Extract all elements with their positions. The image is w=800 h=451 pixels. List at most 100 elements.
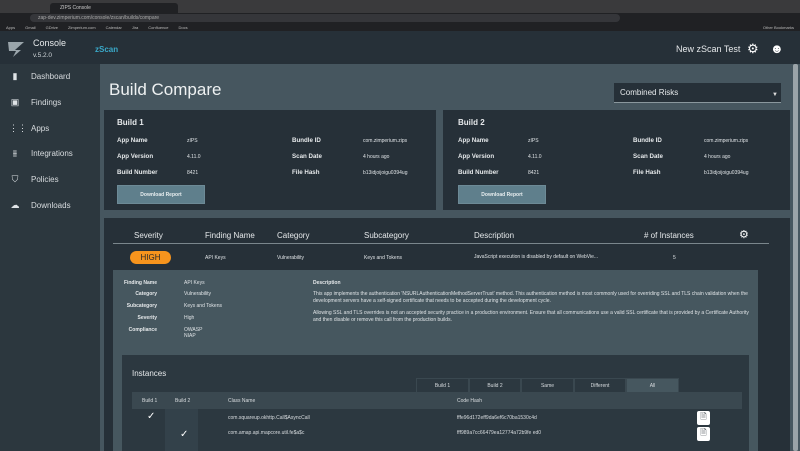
finding-name[interactable]: API Keys [205, 255, 226, 261]
app-name-value: zIPS [187, 138, 198, 144]
view-code-icon[interactable]: 🗎 [697, 427, 710, 441]
description-text: This app implements the authentication '… [313, 291, 748, 304]
file-hash-label: File Hash [633, 169, 661, 176]
address-bar[interactable]: zap-dev.zimperium.com/console/zscan/buil… [30, 14, 620, 22]
build-number-value: 8421 [528, 170, 540, 176]
app-version: v.5.2.0 [33, 52, 53, 59]
column-header-description[interactable]: Description [474, 231, 514, 240]
bookmark[interactable]: Confluence [148, 25, 168, 30]
column-header: Build 2 [175, 398, 191, 404]
finding-detail: Finding Name API Keys Category Vulnerabi… [113, 270, 758, 451]
bar-chart-icon: ▮ [12, 71, 18, 82]
description-text: Allowing SSL and TLS overrides is not an… [313, 310, 749, 323]
browser-tab-strip: ZIPS Console [0, 0, 800, 13]
bookmark[interactable]: GDrive [46, 25, 58, 30]
download-report-button[interactable]: Download Report [117, 185, 205, 204]
gear-icon[interactable]: ⚙ [747, 41, 759, 57]
bundle-id-label: Bundle ID [633, 137, 662, 144]
app-name-value: zIPS [528, 138, 539, 144]
gear-icon[interactable]: ⚙ [739, 228, 749, 241]
view-code-icon[interactable]: 🗎 [697, 411, 710, 425]
app-version-label: App Version [458, 153, 495, 160]
scan-name: New zScan Test [676, 44, 741, 54]
build-number-label: Build Number [458, 169, 499, 176]
bookmark[interactable]: Gmail [25, 25, 35, 30]
bookmark[interactable]: Apps [6, 25, 15, 30]
sidebar-item-label: Integrations [31, 149, 73, 159]
sidebar-item-integrations[interactable]: ⫵ Integrations [0, 141, 100, 167]
instances-title: Instances [132, 369, 167, 378]
build-title: Build 1 [117, 118, 144, 127]
detail-value: API Keys [184, 280, 205, 286]
file-hash-value: b13idjoijoigu0394ug [363, 170, 408, 176]
sidebar-item-label: Dashboard [31, 72, 71, 82]
description-label: Description [313, 280, 341, 286]
app-name: Console [33, 38, 67, 48]
sidebar-item-label: Apps [31, 123, 50, 133]
section-title[interactable]: zScan [95, 45, 118, 54]
severity-badge: HIGH [130, 251, 171, 264]
detail-value: Vulnerability [184, 291, 212, 297]
scrollbar[interactable] [793, 64, 798, 451]
column-header-severity[interactable]: Severity [134, 231, 163, 240]
app-version-value: 4.11.0 [528, 154, 542, 160]
app-version-value: 4.11.0 [187, 154, 201, 160]
cloud-download-icon: ☁ [10, 199, 20, 210]
scan-date-label: Scan Date [292, 153, 322, 160]
column-header: Code Hash [457, 398, 483, 404]
bookmark[interactable]: Docs [179, 25, 188, 30]
sidebar-item-downloads[interactable]: ☁ Downloads [0, 192, 100, 218]
detail-label: Compliance [128, 327, 157, 333]
shield-icon: ⛉ [11, 174, 19, 185]
sidebar-item-findings[interactable]: ▣ Findings [0, 90, 100, 116]
instance-row: ✓ com.squareup.okhttp.Call$AsyncCall fff… [132, 409, 742, 426]
column-header-subcategory[interactable]: Subcategory [364, 231, 409, 240]
build-2-card: Build 2 App Name zIPS App Version 4.11.0… [443, 110, 790, 210]
app-name-label: App Name [458, 137, 489, 144]
column-header: Class Name [228, 398, 256, 404]
detail-label: Category [135, 291, 157, 297]
user-avatar-icon[interactable]: ☻ [770, 41, 784, 56]
app-header: Console v.5.2.0 zScan New zScan Test ⚙ ☻ [0, 31, 800, 64]
instances-panel: Instances Build 1 Build 2 Same Different… [122, 355, 749, 451]
finding-instances: 5 [673, 255, 676, 261]
build-number-label: Build Number [117, 169, 158, 176]
finding-category: Vulnerability [277, 255, 305, 261]
finding-subcategory: Keys and Tokens [364, 255, 402, 261]
finding-description: JavaScript execution is disabled by defa… [474, 254, 599, 260]
scan-date-value: 4 hours ago [363, 154, 390, 160]
column-header-category[interactable]: Category [277, 231, 309, 240]
code-hash: fff989a7cc66479ea12774a72b9fe ed0 [457, 430, 542, 436]
bookmark[interactable]: Zimperium.com [68, 25, 96, 30]
page-title: Build Compare [109, 80, 222, 99]
sidebar-item-label: Downloads [31, 200, 71, 210]
detail-value: NIAP [184, 333, 196, 339]
findings-icon: ▣ [10, 97, 20, 108]
build-1-card: Build 1 App Name zIPS App Version 4.11.0… [104, 110, 436, 210]
detail-label: Finding Name [123, 280, 157, 286]
sidebar-item-policies[interactable]: ⛉ Policies [0, 167, 100, 193]
header-divider [113, 243, 769, 244]
grid-icon: ⋮⋮ [9, 122, 27, 133]
detail-label: Subcategory [126, 303, 157, 309]
sliders-icon: ⫵ [12, 148, 18, 159]
instance-row: ✓ com.amap.api.mapcore.util.fe$a$c fff98… [132, 426, 742, 443]
download-report-button[interactable]: Download Report [458, 185, 546, 204]
detail-label: Severity [137, 315, 157, 321]
check-icon: ✓ [180, 429, 189, 440]
class-name: com.amap.api.mapcore.util.fe$a$c [228, 430, 305, 436]
file-hash-label: File Hash [292, 169, 320, 176]
bookmark[interactable]: Calendar [106, 25, 122, 30]
column-header-finding-name[interactable]: Finding Name [205, 231, 255, 240]
browser-tab[interactable]: ZIPS Console [50, 3, 178, 13]
zimperium-logo-icon [8, 42, 24, 57]
bookmark[interactable]: Other Bookmarks [763, 25, 794, 30]
build-title: Build 2 [458, 118, 485, 127]
column-header-instances[interactable]: # of Instances [644, 231, 694, 240]
bookmark[interactable]: Jira [132, 25, 138, 30]
risk-filter-select[interactable]: Combined Risks ▼ [614, 83, 781, 103]
app-version-label: App Version [117, 153, 154, 160]
bundle-id-value: com.zimperium.zips [704, 138, 749, 144]
sidebar-item-apps[interactable]: ⋮⋮ Apps [0, 115, 100, 141]
sidebar-item-dashboard[interactable]: ▮ Dashboard [0, 64, 100, 90]
